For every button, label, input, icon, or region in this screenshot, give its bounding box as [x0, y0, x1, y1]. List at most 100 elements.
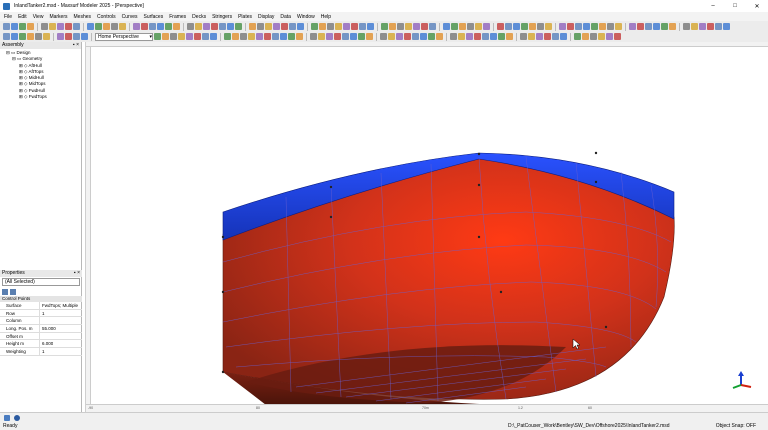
toolbar-button-icon[interactable] [280, 33, 287, 40]
toolbar-button-icon[interactable] [3, 33, 10, 40]
toolbar-button-icon[interactable] [256, 33, 263, 40]
menu-help[interactable]: Help [321, 14, 331, 20]
toolbar-button-icon[interactable] [513, 23, 520, 30]
toolbar-button-icon[interactable] [249, 23, 256, 30]
toolbar-button-icon[interactable] [506, 33, 513, 40]
toolbar-button-icon[interactable] [683, 23, 690, 30]
toolbar-button-icon[interactable] [157, 23, 164, 30]
toolbar-button-icon[interactable] [451, 23, 458, 30]
toolbar-button-icon[interactable] [219, 23, 226, 30]
toolbar-button-icon[interactable] [366, 33, 373, 40]
properties-selector[interactable]: (All Selected) [2, 278, 80, 286]
toolbar-button-icon[interactable] [405, 23, 412, 30]
hull-render[interactable] [86, 47, 768, 405]
toolbar-button-icon[interactable] [397, 23, 404, 30]
toolbar-button-icon[interactable] [590, 33, 597, 40]
toolbar-button-icon[interactable] [574, 33, 581, 40]
toolbar-button-icon[interactable] [520, 33, 527, 40]
toolbar-button-icon[interactable] [11, 33, 18, 40]
toolbar-button-icon[interactable] [521, 23, 528, 30]
toolbar-button-icon[interactable] [614, 33, 621, 40]
alphabetical-icon[interactable] [10, 288, 16, 295]
toolbar-button-icon[interactable] [653, 23, 660, 30]
toolbar-button-icon[interactable] [240, 33, 247, 40]
toolbar-button-icon[interactable] [187, 23, 194, 30]
tree-item-fwdtops[interactable]: ⊞ ◇ FwdTops [2, 94, 81, 100]
toolbar-button-icon[interactable] [57, 23, 64, 30]
minimize-button[interactable]: – [702, 0, 724, 12]
toolbar-button-icon[interactable] [358, 33, 365, 40]
toolbar-button-icon[interactable] [661, 23, 668, 30]
toolbar-button-icon[interactable] [310, 33, 317, 40]
toolbar-button-icon[interactable] [133, 23, 140, 30]
toolbar-button-icon[interactable] [583, 23, 590, 30]
menu-window[interactable]: Window [297, 14, 315, 20]
toolbar-button-icon[interactable] [450, 33, 457, 40]
toolbar-button-icon[interactable] [81, 33, 88, 40]
toolbar-button-icon[interactable] [350, 33, 357, 40]
menu-controls[interactable]: Controls [97, 14, 116, 20]
toolbar-button-icon[interactable] [645, 23, 652, 30]
toolbar-button-icon[interactable] [699, 23, 706, 30]
toolbar-button-icon[interactable] [11, 23, 18, 30]
toolbar-button-icon[interactable] [575, 23, 582, 30]
property-row[interactable]: Offset m [0, 332, 82, 341]
toolbar-button-icon[interactable] [281, 23, 288, 30]
menu-meshes[interactable]: Meshes [74, 14, 92, 20]
toolbar-button-icon[interactable] [194, 33, 201, 40]
toolbar-button-icon[interactable] [296, 33, 303, 40]
menu-stringers[interactable]: Stringers [212, 14, 232, 20]
toolbar-button-icon[interactable] [297, 23, 304, 30]
toolbar-button-icon[interactable] [73, 23, 80, 30]
properties-pin-icon[interactable]: ▪ × [74, 270, 80, 277]
toolbar-button-icon[interactable] [388, 33, 395, 40]
toolbar-button-icon[interactable] [65, 33, 72, 40]
toolbar-button-icon[interactable] [273, 23, 280, 30]
toolbar-button-icon[interactable] [536, 33, 543, 40]
toolbar-button-icon[interactable] [380, 33, 387, 40]
toolbar-button-icon[interactable] [73, 33, 80, 40]
toolbar-button-icon[interactable] [43, 33, 50, 40]
toolbar-button-icon[interactable] [170, 33, 177, 40]
toolbar-button-icon[interactable] [149, 23, 156, 30]
toolbar-button-icon[interactable] [615, 23, 622, 30]
toolbar-button-icon[interactable] [466, 33, 473, 40]
toolbar-button-icon[interactable] [529, 23, 536, 30]
toolbar-button-icon[interactable] [637, 23, 644, 30]
toolbar-button-icon[interactable] [264, 33, 271, 40]
toolbar-button-icon[interactable] [248, 33, 255, 40]
toolbar-button-icon[interactable] [311, 23, 318, 30]
toolbar-button-icon[interactable] [474, 33, 481, 40]
toolbar-button-icon[interactable] [420, 33, 427, 40]
toolbar-button-icon[interactable] [195, 23, 202, 30]
toolbar-button-icon[interactable] [582, 33, 589, 40]
toolbar-button-icon[interactable] [606, 33, 613, 40]
toolbar-button-icon[interactable] [342, 33, 349, 40]
toolbar-button-icon[interactable] [723, 23, 730, 30]
toolbar-button-icon[interactable] [629, 23, 636, 30]
toolbar-button-icon[interactable] [326, 33, 333, 40]
menu-file[interactable]: File [4, 14, 12, 20]
toolbar-button-icon[interactable] [528, 33, 535, 40]
toolbar-button-icon[interactable] [591, 23, 598, 30]
toolbar-button-icon[interactable] [436, 33, 443, 40]
view-select[interactable]: Home Perspective ▾ [95, 32, 153, 41]
menu-surfaces[interactable]: Surfaces [143, 14, 163, 20]
toolbar-button-icon[interactable] [607, 23, 614, 30]
toolbar-button-icon[interactable] [428, 33, 435, 40]
menu-plates[interactable]: Plates [238, 14, 252, 20]
toolbar-button-icon[interactable] [459, 23, 466, 30]
toolbar-button-icon[interactable] [351, 23, 358, 30]
close-button[interactable]: ✕ [746, 0, 768, 12]
property-row[interactable]: Height m 6.000 [0, 340, 82, 349]
toolbar-button-icon[interactable] [421, 23, 428, 30]
menu-edit[interactable]: Edit [18, 14, 27, 20]
toolbar-button-icon[interactable] [669, 23, 676, 30]
toolbar-button-icon[interactable] [119, 23, 126, 30]
property-row[interactable]: Column [0, 317, 82, 326]
toolbar-button-icon[interactable] [552, 33, 559, 40]
toolbar-button-icon[interactable] [404, 33, 411, 40]
toolbar-button-icon[interactable] [715, 23, 722, 30]
user-icon[interactable] [14, 415, 20, 421]
toolbar-button-icon[interactable] [257, 23, 264, 30]
